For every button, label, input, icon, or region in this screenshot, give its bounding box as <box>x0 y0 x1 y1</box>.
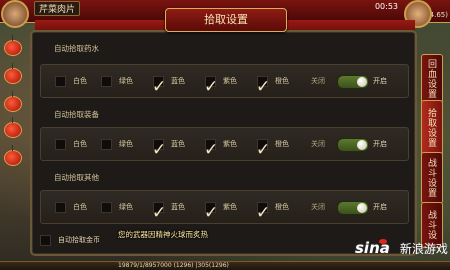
potion-toggle[interactable]: 关闭 开启 <box>311 73 395 89</box>
checkmark-icon: ✓ <box>152 140 167 160</box>
lantern-icon <box>4 117 22 138</box>
checkmark-icon: ✓ <box>204 77 219 97</box>
checkmark-icon: ✓ <box>256 140 271 160</box>
lantern-icon <box>4 145 22 166</box>
checkmark-icon: ✓ <box>256 77 271 97</box>
tab-hp-settings[interactable]: 回血设置 <box>421 54 443 104</box>
watermark-text: 新浪游戏 <box>399 242 448 256</box>
panel-title: 拾取设置 <box>165 8 287 32</box>
toggle-switch[interactable] <box>337 138 369 152</box>
lantern-icon <box>4 63 22 84</box>
lantern-icon <box>4 35 22 56</box>
toggle-switch[interactable] <box>337 201 369 215</box>
checkbox[interactable] <box>55 139 66 150</box>
checkmark-icon: ✓ <box>204 140 219 160</box>
checkbox[interactable]: ✓ <box>204 139 218 159</box>
toggle-knob <box>357 77 367 87</box>
player-avatar[interactable] <box>1 0 29 28</box>
checkmark-icon: ✓ <box>152 203 167 223</box>
other-toggle[interactable]: 关闭 开启 <box>311 199 395 215</box>
checkbox[interactable]: ✓ <box>204 202 218 222</box>
checkbox[interactable]: ✓ <box>256 202 270 222</box>
section-label-potions: 自动拾取药水 <box>54 44 99 53</box>
toggle-knob <box>357 203 367 213</box>
toggle-knob <box>357 140 367 150</box>
other-options-row: 白色 绿色 ✓ 蓝色 ✓ 紫色 ✓ 橙色 关闭 开启 <box>40 190 409 224</box>
checkmark-icon: ✓ <box>204 203 219 223</box>
checkbox[interactable] <box>55 202 66 213</box>
sina-eye-icon <box>378 239 387 244</box>
exp-text: 19879/1/8957000 (1296) |305(1296) <box>118 262 229 269</box>
system-message: 您的武器因精神火球而炙热 <box>118 230 208 239</box>
tab-combat-settings[interactable]: 战斗设置 <box>421 152 443 204</box>
section-label-equipment: 自动拾取装备 <box>54 110 99 119</box>
bottom-exp-bar: 19879/1/8957000 (1296) |305(1296) <box>0 261 450 270</box>
game-scene: 芹菜肉片 00:53 (4.65) 自动拾取药水 白色 绿色 ✓ 蓝色 ✓ 紫色… <box>0 0 450 270</box>
toggle-switch[interactable] <box>337 75 369 89</box>
checkbox[interactable]: ✓ <box>256 139 270 159</box>
checkbox[interactable] <box>101 202 112 213</box>
checkmark-icon: ✓ <box>152 77 167 97</box>
player-name: 芹菜肉片 <box>34 1 81 16</box>
checkbox[interactable] <box>55 76 66 87</box>
equipment-options-row: 白色 绿色 ✓ 蓝色 ✓ 紫色 ✓ 橙色 关闭 开启 <box>40 127 409 161</box>
checkbox[interactable] <box>101 76 112 87</box>
checkbox[interactable] <box>101 139 112 150</box>
sina-watermark: sina 新浪游戏 <box>355 238 448 257</box>
checkbox[interactable]: ✓ <box>152 202 166 222</box>
checkmark-icon: ✓ <box>256 203 271 223</box>
pickup-settings-panel: 自动拾取药水 白色 绿色 ✓ 蓝色 ✓ 紫色 ✓ 橙色 关闭 开启 自动拾取装备… <box>30 30 417 256</box>
checkbox[interactable]: ✓ <box>152 139 166 159</box>
clock: 00:53 <box>374 2 398 11</box>
checkbox[interactable] <box>40 235 51 246</box>
checkbox[interactable]: ✓ <box>204 76 218 96</box>
potion-options-row: 白色 绿色 ✓ 蓝色 ✓ 紫色 ✓ 橙色 关闭 开启 <box>40 64 409 98</box>
checkbox[interactable]: ✓ <box>256 76 270 96</box>
tab-pickup-settings[interactable]: 拾取设置 <box>421 100 443 156</box>
equipment-toggle[interactable]: 关闭 开启 <box>311 136 395 152</box>
section-label-other: 自动拾取其他 <box>54 173 99 182</box>
lantern-icon <box>4 91 22 112</box>
checkbox[interactable]: ✓ <box>152 76 166 96</box>
